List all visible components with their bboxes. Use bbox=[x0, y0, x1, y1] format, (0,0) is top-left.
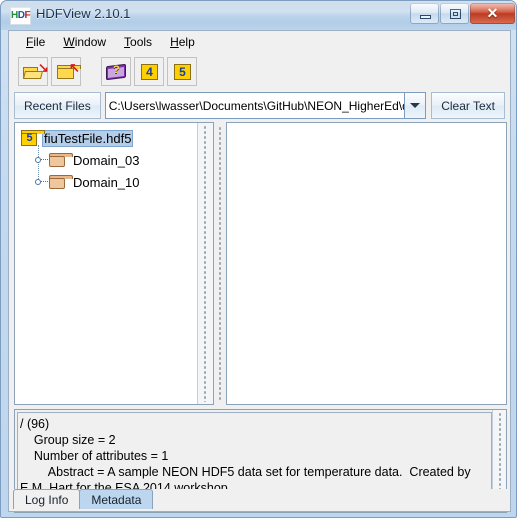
recent-files-bar: Recent Files C:\Users\lwasser\Documents\… bbox=[9, 89, 510, 122]
maximize-icon bbox=[450, 9, 461, 19]
split-pane-divider[interactable] bbox=[214, 122, 226, 405]
hdf4-library-button[interactable]: 4 bbox=[134, 56, 164, 86]
recent-files-button[interactable]: Recent Files bbox=[14, 92, 101, 119]
tree-item-file[interactable]: 5 fiuTestFile.hdf5 bbox=[21, 127, 213, 149]
open-file-button[interactable]: ↘ bbox=[18, 56, 49, 86]
close-file-button[interactable]: ↖ bbox=[51, 56, 81, 86]
hdf5-icon: 5 bbox=[174, 63, 191, 80]
tree-item-domain-10-label: Domain_10 bbox=[73, 174, 140, 190]
close-icon: ✕ bbox=[486, 5, 499, 21]
hdf5-library-button[interactable]: 5 bbox=[167, 56, 197, 86]
hdf5-file-icon: 5 bbox=[21, 130, 45, 146]
hdfview-window: HDF HDFView 2.10.1 ✕ File Window Tools H… bbox=[0, 0, 517, 518]
toolbar-separator bbox=[84, 71, 101, 72]
hdf5-file-icon-digit: 5 bbox=[26, 132, 33, 144]
tab-metadata[interactable]: Metadata bbox=[79, 489, 154, 509]
menu-tools[interactable]: Tools bbox=[115, 33, 161, 51]
tree-item-domain-03-label: Domain_03 bbox=[73, 152, 140, 168]
title-bar: HDF HDFView 2.10.1 ✕ bbox=[1, 1, 516, 30]
tree-children-container: Domain_03 Domain_10 bbox=[34, 145, 213, 193]
help-button[interactable]: ? bbox=[101, 56, 131, 86]
maximize-button[interactable] bbox=[440, 3, 469, 24]
hdf5-icon-digit: 5 bbox=[179, 64, 186, 79]
window-controls: ✕ bbox=[410, 3, 515, 24]
menu-file-label: ile bbox=[33, 35, 46, 49]
tree-root-container: 5 fiuTestFile.hdf5 Domain_03 Domain_10 bbox=[21, 127, 213, 193]
chevron-down-icon bbox=[410, 103, 421, 108]
menu-window[interactable]: Window bbox=[54, 33, 115, 51]
menu-window-mnemonic: W bbox=[63, 35, 75, 49]
file-tree-panel[interactable]: 5 fiuTestFile.hdf5 Domain_03 Domain_10 bbox=[14, 122, 214, 405]
tree-item-file-label: fiuTestFile.hdf5 bbox=[42, 129, 134, 147]
hdf4-icon-digit: 4 bbox=[146, 64, 153, 79]
arrow-up-icon: ↖ bbox=[69, 59, 80, 75]
menu-help[interactable]: Help bbox=[161, 33, 204, 51]
group-folder-icon bbox=[49, 175, 73, 189]
tab-log-info[interactable]: Log Info bbox=[13, 489, 81, 509]
arrow-down-icon: ↘ bbox=[38, 59, 49, 75]
menu-window-label: indow bbox=[74, 35, 107, 49]
clear-text-button[interactable]: Clear Text bbox=[431, 92, 505, 119]
hdf-logo-icon: HDF bbox=[10, 7, 31, 25]
minimize-button[interactable] bbox=[410, 3, 439, 24]
logo-letter-h: H bbox=[11, 10, 18, 21]
expand-handle-icon[interactable] bbox=[34, 175, 49, 189]
minimize-icon bbox=[420, 15, 431, 19]
group-folder-icon bbox=[49, 153, 73, 167]
toolbar: ↘ ↖ ? 4 5 bbox=[9, 53, 510, 89]
menu-file[interactable]: File bbox=[17, 33, 54, 51]
menu-bar: File Window Tools Help bbox=[9, 31, 510, 53]
menu-help-label: elp bbox=[178, 35, 195, 49]
hdf4-icon: 4 bbox=[141, 63, 158, 80]
expand-handle-icon[interactable] bbox=[34, 153, 49, 167]
menu-tools-label: ools bbox=[130, 35, 153, 49]
content-panel[interactable] bbox=[226, 122, 507, 405]
recent-files-path-input[interactable]: C:\Users\lwasser\Documents\GitHub\NEON_H… bbox=[104, 92, 405, 119]
client-area: File Window Tools Help ↘ ↖ ? 4 5 Recent … bbox=[8, 30, 511, 513]
bottom-tab-strip: Log Info Metadata bbox=[8, 489, 511, 512]
tree-item-domain-10[interactable]: Domain_10 bbox=[34, 171, 213, 193]
split-pane: 5 fiuTestFile.hdf5 Domain_03 Domain_10 bbox=[14, 122, 507, 405]
metadata-text: / (96) Group size = 2 Number of attribut… bbox=[20, 417, 471, 495]
recent-files-dropdown-button[interactable] bbox=[404, 92, 427, 119]
logo-letter-f: F bbox=[24, 10, 31, 21]
window-title: HDFView 2.10.1 bbox=[36, 6, 131, 21]
menu-help-mnemonic: H bbox=[170, 35, 179, 49]
tree-vertical-scrollbar[interactable] bbox=[197, 123, 213, 404]
tree-item-domain-03[interactable]: Domain_03 bbox=[34, 149, 213, 171]
close-button[interactable]: ✕ bbox=[470, 3, 515, 24]
help-book-icon: ? bbox=[106, 63, 128, 81]
